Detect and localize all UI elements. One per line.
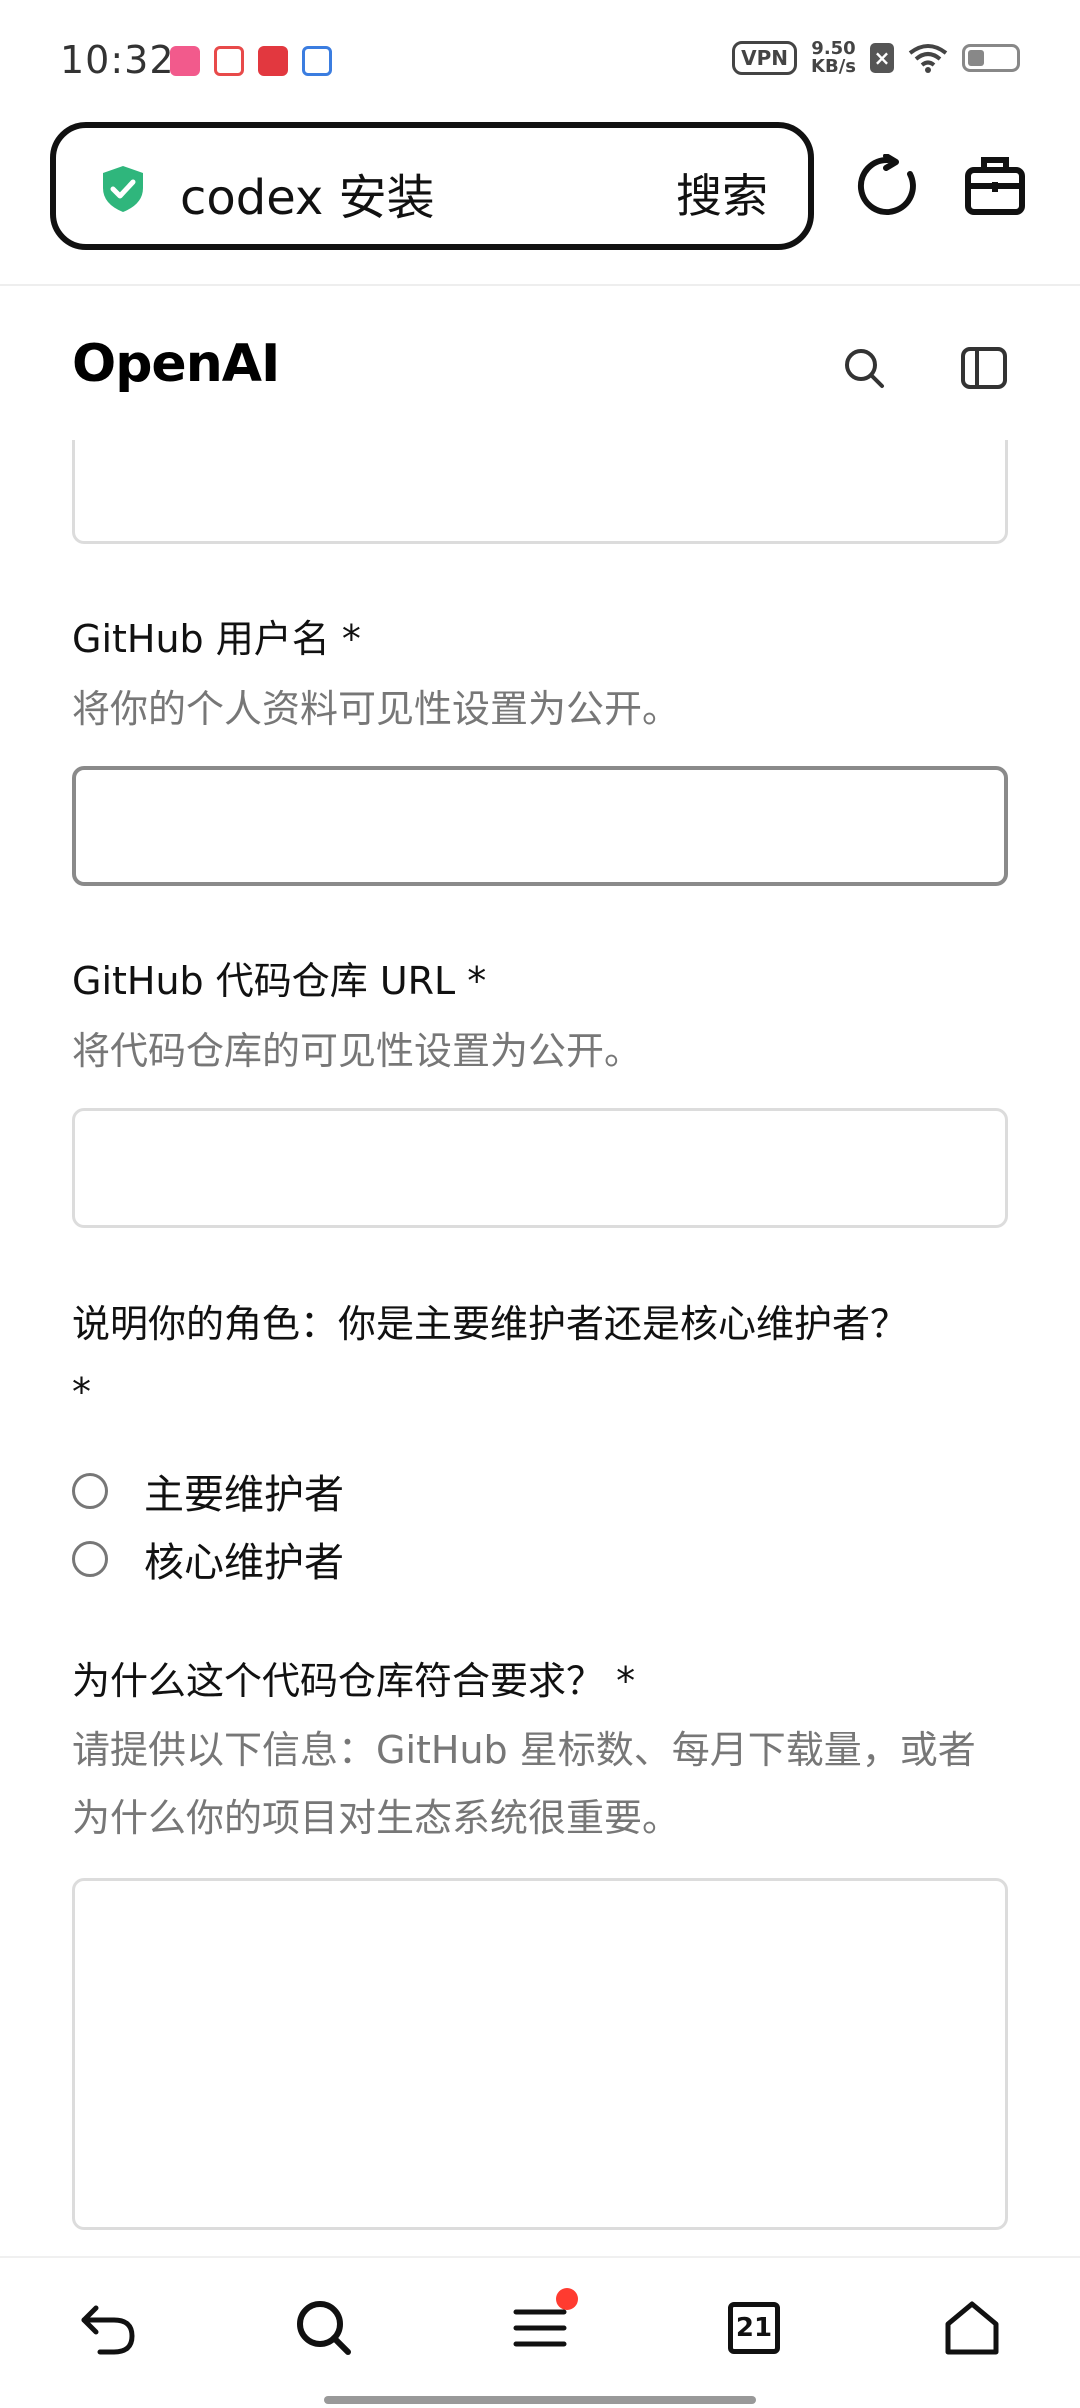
github-username-help: 将你的个人资料可见性设置为公开。 (72, 687, 681, 731)
search-icon[interactable] (294, 2298, 354, 2358)
repo-url-label: GitHub 代码仓库 URL * (72, 959, 487, 1003)
search-button[interactable]: 搜索 (676, 160, 768, 226)
repo-url-help: 将代码仓库的可见性设置为公开。 (72, 1029, 643, 1073)
app-notification-icon (170, 46, 200, 76)
app-notification-icon (302, 46, 332, 76)
role-option-core[interactable]: 核心维护者 (72, 1530, 344, 1588)
divider (0, 284, 1080, 286)
role-option-label[interactable]: 核心维护者 (144, 1530, 344, 1588)
role-option-label[interactable]: 主要维护者 (144, 1462, 344, 1520)
status-right: VPN 9.50 KB/s × (732, 40, 1020, 76)
github-username-input[interactable] (72, 766, 1008, 886)
role-option-primary[interactable]: 主要维护者 (72, 1462, 344, 1520)
no-sim-icon: × (870, 43, 894, 73)
network-speed: 9.50 KB/s (811, 38, 856, 77)
wifi-icon (908, 44, 948, 73)
home-indicator[interactable] (324, 2396, 756, 2404)
why-repo-label: 为什么这个代码仓库符合要求？ * (72, 1659, 636, 1703)
status-bar: 10:32 VPN 9.50 KB/s × (0, 0, 1080, 120)
app-notification-icon (214, 46, 244, 76)
notification-icons (170, 46, 332, 76)
address-bar-query[interactable]: codex 安装 (180, 158, 435, 228)
bottom-navigation: 21 (0, 2256, 1080, 2408)
back-icon[interactable] (78, 2298, 138, 2358)
shield-check-icon (103, 166, 143, 212)
github-username-label: GitHub 用户名 * (72, 617, 361, 661)
app-notification-icon (258, 46, 288, 76)
battery-icon (962, 44, 1020, 72)
reload-icon[interactable] (856, 154, 920, 218)
previous-field-input[interactable] (72, 440, 1008, 544)
radio-button[interactable] (72, 1473, 108, 1509)
repo-url-input[interactable] (72, 1108, 1008, 1228)
why-repo-help: 请提供以下信息：GitHub 星标数、每月下载量，或者为什么你的项目对生态系统很… (72, 1728, 976, 1840)
notification-dot (556, 2288, 578, 2310)
toolbox-icon[interactable] (964, 154, 1026, 216)
home-icon[interactable] (942, 2298, 1002, 2358)
role-question-label: 说明你的角色：你是主要维护者还是核心维护者？ * (72, 1302, 909, 1414)
site-logo[interactable]: OpenAI (72, 334, 280, 394)
sidebar-toggle-icon[interactable] (960, 346, 1008, 390)
tabs-button[interactable]: 21 (728, 2302, 780, 2354)
status-time: 10:32 (60, 38, 175, 82)
search-icon[interactable] (842, 346, 886, 390)
vpn-icon: VPN (732, 41, 798, 75)
radio-button[interactable] (72, 1541, 108, 1577)
why-repo-textarea[interactable] (72, 1878, 1008, 2230)
address-bar[interactable]: codex 安装 搜索 (50, 122, 814, 250)
